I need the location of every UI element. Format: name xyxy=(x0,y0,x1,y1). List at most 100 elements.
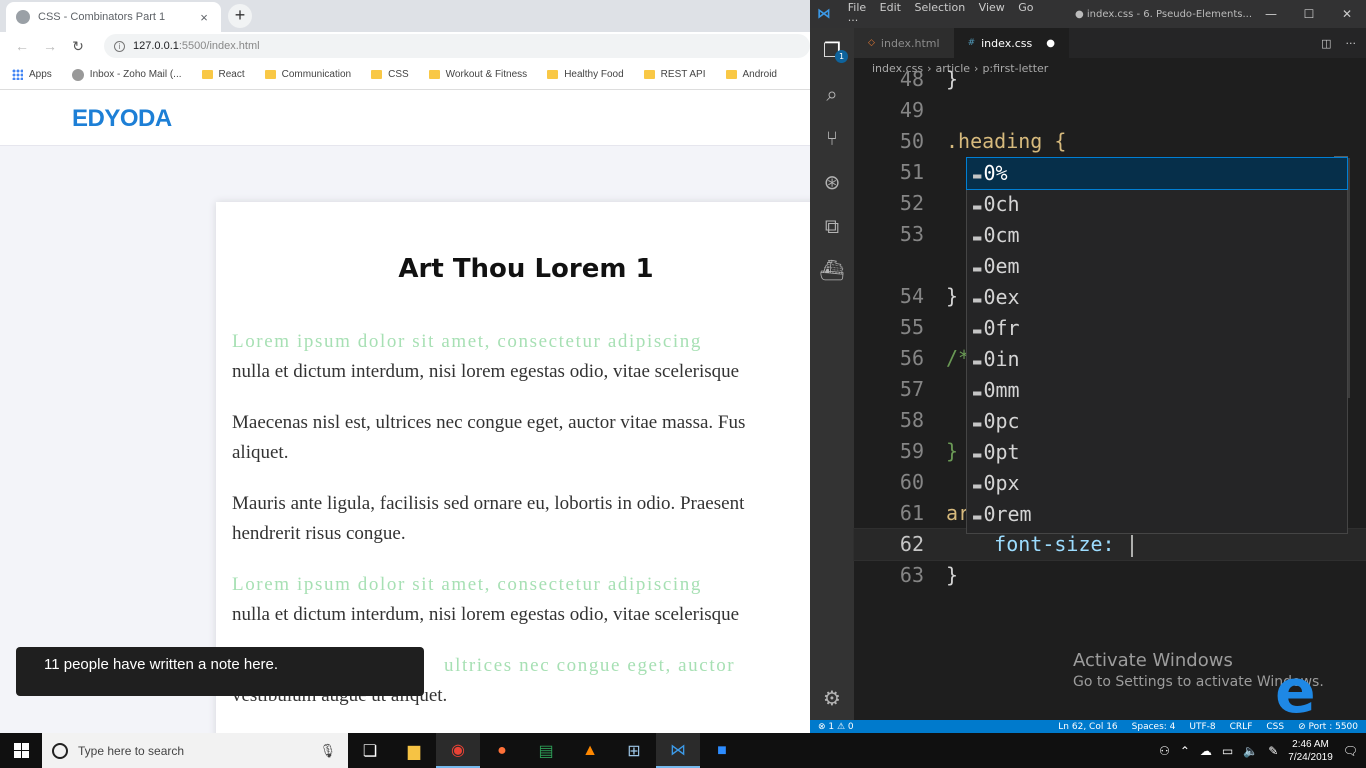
suggestion-item[interactable]: ▬ 0mm xyxy=(967,375,1347,406)
folder-icon xyxy=(643,70,655,79)
microphone-icon[interactable]: 🎙 xyxy=(319,743,336,759)
folder-icon xyxy=(428,70,440,79)
bookmark-rest-api[interactable]: REST API xyxy=(643,69,706,80)
css-file-icon: # xyxy=(967,38,976,48)
line-ending[interactable]: CRLF xyxy=(1230,722,1253,732)
start-button[interactable] xyxy=(0,733,42,768)
bookmark-apps[interactable]: Apps xyxy=(12,69,52,80)
notifications-icon[interactable]: 🗨 xyxy=(1343,744,1358,758)
source-control-icon[interactable]: ⑂ xyxy=(810,116,854,160)
people-icon[interactable]: ⚇ xyxy=(1159,744,1170,758)
encoding[interactable]: UTF-8 xyxy=(1189,722,1215,732)
edyoda-logo[interactable]: EDYODA xyxy=(72,105,172,133)
live-server-port[interactable]: ⊘ Port : 5500 xyxy=(1298,722,1358,732)
suggestion-item[interactable]: ▬ 0% xyxy=(966,157,1348,190)
close-tab-icon[interactable]: × xyxy=(197,10,211,25)
indentation[interactable]: Spaces: 4 xyxy=(1132,722,1176,732)
firefox-icon[interactable]: ● xyxy=(480,733,524,768)
unit-icon: ▬ xyxy=(973,261,982,277)
suggestion-item[interactable]: ▬ 0ex xyxy=(967,282,1347,313)
suggestion-item[interactable]: ▬ 0in xyxy=(967,344,1347,375)
problems-status[interactable]: ⊗ 1 ⚠ 0 xyxy=(818,722,854,732)
language-mode[interactable]: CSS xyxy=(1266,722,1284,732)
paragraph-1: Lorem ipsum dolor sit amet, consectetur … xyxy=(232,331,740,382)
suggestion-item[interactable]: ▬ 0cm xyxy=(967,220,1347,251)
suggestion-item[interactable]: ▬ 0pc xyxy=(967,406,1347,437)
pen-icon[interactable]: ✎ xyxy=(1268,744,1278,758)
new-tab-button[interactable]: + xyxy=(228,4,252,28)
forward-icon[interactable]: → xyxy=(36,38,64,54)
split-editor-icon[interactable]: ◫ xyxy=(1321,37,1331,50)
code-line: 48} xyxy=(899,67,959,91)
unsaved-dot-icon[interactable]: ● xyxy=(1046,38,1055,49)
reload-icon[interactable]: ↻ xyxy=(64,38,92,55)
unit-icon: ▬ xyxy=(973,168,982,184)
docker-icon[interactable]: ⛴ xyxy=(810,248,854,292)
spreadsheet-app-icon[interactable]: ▤ xyxy=(524,733,568,768)
web-page: EDYODA Art Thou Lorem 1 Lorem ipsum dolo… xyxy=(0,92,810,733)
menu-go[interactable]: Go xyxy=(1018,1,1033,14)
unit-icon: ▬ xyxy=(973,416,982,432)
unit-icon: ▬ xyxy=(973,478,982,494)
bookmark-react[interactable]: React xyxy=(201,69,245,80)
onedrive-icon[interactable]: ☁ xyxy=(1200,744,1212,758)
task-view-icon[interactable]: ❏ xyxy=(348,733,392,768)
info-icon[interactable]: i xyxy=(114,40,125,52)
folder-icon xyxy=(264,70,276,79)
suggestion-item[interactable]: ▬ 0px xyxy=(967,468,1347,499)
bookmark-workout[interactable]: Workout & Fitness xyxy=(428,69,527,80)
article-heading: Art Thou Lorem 1 xyxy=(398,254,654,284)
first-line: ultrices nec congue eget, auctor xyxy=(444,655,736,676)
menu-file[interactable]: File xyxy=(848,1,866,14)
file-explorer-icon[interactable]: ▆ xyxy=(392,733,436,768)
vlc-icon[interactable]: ▲ xyxy=(568,733,612,768)
suggestion-item[interactable]: ▬ 0fr xyxy=(967,313,1347,344)
paragraph-3: Mauris ante ligula, facilisis sed ornare… xyxy=(232,493,745,544)
globe-icon xyxy=(16,10,30,24)
close-window-icon[interactable]: ✕ xyxy=(1328,7,1366,21)
site-header: EDYODA xyxy=(0,92,810,146)
bookmark-zoho-mail[interactable]: Inbox - Zoho Mail (... xyxy=(71,68,182,81)
extensions-icon[interactable]: ⧉ xyxy=(810,204,854,248)
menu-view[interactable]: View xyxy=(979,1,1005,14)
volume-icon[interactable]: 🔈 xyxy=(1243,744,1258,758)
bookmark-android[interactable]: Android xyxy=(725,69,777,80)
more-actions-icon[interactable]: ··· xyxy=(1346,37,1357,50)
browser-tab[interactable]: CSS - Combinators Part 1 × xyxy=(6,2,221,32)
suggestion-item[interactable]: ▬ 0rem xyxy=(967,499,1347,530)
tab-index-css[interactable]: # index.css ● xyxy=(953,28,1069,58)
folder-icon xyxy=(201,70,213,79)
windows-taskbar: Type here to search 🎙 ❏ ▆ ◉ ● ▤ ▲ ⊞ ⋈ ■ … xyxy=(0,733,1366,768)
bookmark-healthy-food[interactable]: Healthy Food xyxy=(547,69,624,80)
show-hidden-icons-icon[interactable]: ⌃ xyxy=(1180,744,1190,758)
taskbar-search[interactable]: Type here to search 🎙 xyxy=(42,733,348,768)
menu-selection[interactable]: Selection xyxy=(914,1,965,14)
vscode-taskbar-icon[interactable]: ⋈ xyxy=(656,733,700,768)
settings-gear-icon[interactable]: ⚙ xyxy=(810,686,854,710)
minimize-icon[interactable]: — xyxy=(1252,7,1290,21)
menu-edit[interactable]: Edit xyxy=(880,1,901,14)
battery-icon[interactable]: ▭ xyxy=(1222,744,1233,758)
cursor-position[interactable]: Ln 62, Col 16 xyxy=(1058,722,1117,732)
clock[interactable]: 2:46 AM 7/24/2019 xyxy=(1288,738,1333,764)
network-app-icon[interactable]: ⊞ xyxy=(612,733,656,768)
suggestion-item[interactable]: ▬ 0ch xyxy=(967,189,1347,220)
suggestion-item[interactable]: ▬ 0pt xyxy=(967,437,1347,468)
chrome-icon[interactable]: ◉ xyxy=(436,733,480,768)
bookmark-css[interactable]: CSS xyxy=(371,69,409,80)
debug-icon[interactable]: ⊛ xyxy=(810,160,854,204)
paragraph-4: Lorem ipsum dolor sit amet, consectetur … xyxy=(232,574,740,625)
tab-index-html[interactable]: ◇ index.html xyxy=(854,28,954,58)
back-icon[interactable]: ← xyxy=(8,38,36,54)
search-icon[interactable]: ⌕ xyxy=(810,72,854,116)
maximize-icon[interactable]: ☐ xyxy=(1290,7,1328,21)
system-tray: ⚇ ⌃ ☁ ▭ 🔈 ✎ 2:46 AM 7/24/2019 🗨 xyxy=(1159,738,1366,764)
autocomplete-widget[interactable]: ▬ 0% ▬ 0ch ▬ 0cm ▬ 0em ▬ 0ex ▬ 0fr ▬ 0in ▬ 0mm ▬… xyxy=(966,157,1348,534)
address-bar[interactable]: i 127.0.0.1:5500/index.html xyxy=(104,34,810,58)
suggestion-item[interactable]: ▬ 0em xyxy=(967,251,1347,282)
zoom-icon[interactable]: ■ xyxy=(700,733,744,768)
bookmark-communication[interactable]: Communication xyxy=(264,69,351,80)
menu-more[interactable]: ··· xyxy=(848,14,859,27)
note-toast[interactable]: 11 people have written a note here. xyxy=(16,647,424,696)
explorer-icon[interactable]: ❐ 1 xyxy=(810,28,854,72)
